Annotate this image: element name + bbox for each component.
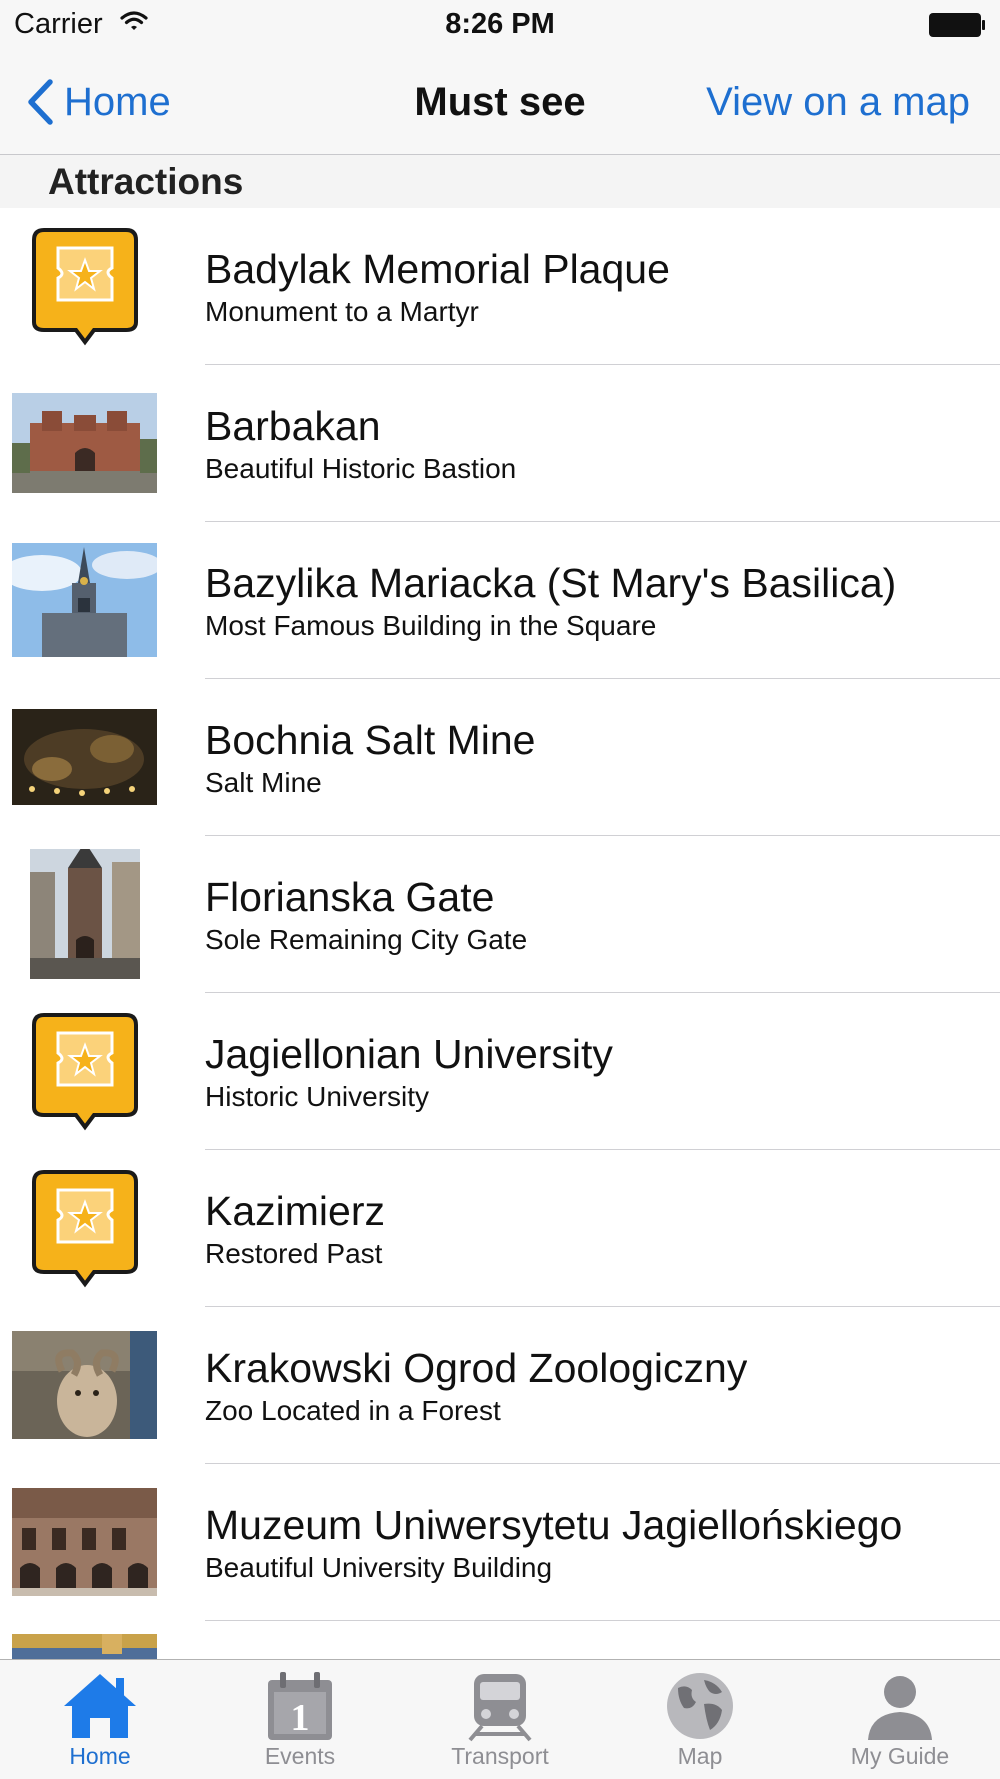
tab-label: Home: [69, 1743, 131, 1769]
item-title: Florianska Gate: [205, 874, 495, 920]
list-item[interactable]: Barbakan Beautiful Historic Bastion: [0, 365, 1000, 522]
item-title: Muzeum Uniwersytetu Jagiellońskiego: [205, 1502, 903, 1548]
back-button[interactable]: Home: [26, 72, 171, 132]
tab-label: Map: [677, 1743, 723, 1769]
battery-icon: [929, 13, 985, 37]
item-subtitle: Beautiful Historic Bastion: [205, 453, 517, 484]
svg-text:1: 1: [291, 1697, 310, 1739]
tab-bar: Home 1 Events Transport Map My Guide: [0, 1659, 1000, 1779]
list-item[interactable]: Krakowski Ogrod Zoologiczny Zoo Located …: [0, 1307, 1000, 1464]
item-title: Barbakan: [205, 403, 381, 449]
item-title: Jagiellonian University: [205, 1031, 613, 1077]
tab-label: Transport: [451, 1743, 549, 1769]
calendar-icon: 1: [268, 1672, 332, 1740]
back-button-label: Home: [64, 79, 171, 124]
list-item[interactable]: Muzeum Uniwersytetu Jagiellońskiego Beau…: [0, 1464, 1000, 1621]
chevron-left-icon: [28, 79, 53, 125]
list-item[interactable]: Bazylika Mariacka (St Mary's Basilica) M…: [0, 522, 1000, 679]
section-header: Attractions: [0, 155, 1000, 208]
zoo-photo: [12, 1320, 157, 1450]
item-subtitle: Salt Mine: [205, 767, 322, 798]
tab-events[interactable]: 1 Events: [200, 1660, 400, 1779]
navigation-bar: Home Must see View on a map: [0, 52, 1000, 155]
list-item[interactable]: Florianska Gate Sole Remaining City Gate: [0, 836, 1000, 993]
tab-label: Events: [264, 1743, 336, 1769]
status-bar: Carrier 8:26 PM: [0, 0, 1000, 52]
item-title: Bazylika Mariacka (St Mary's Basilica): [205, 560, 897, 606]
person-icon: [868, 1676, 932, 1740]
train-icon: [468, 1674, 532, 1742]
item-subtitle: Monument to a Martyr: [205, 296, 479, 327]
item-subtitle: Restored Past: [205, 1238, 383, 1269]
museum-photo: [12, 1477, 157, 1607]
florianska-gate-photo: [12, 849, 157, 979]
tab-label: My Guide: [850, 1743, 950, 1769]
list-item[interactable]: Jagiellonian University Historic Univers…: [0, 993, 1000, 1150]
salt-mine-photo: [12, 692, 157, 822]
item-subtitle: Most Famous Building in the Square: [205, 610, 657, 641]
barbakan-photo: [12, 378, 157, 508]
ticket-pin-icon: [12, 221, 157, 351]
status-time: 8:26 PM: [445, 8, 555, 40]
tab-home[interactable]: Home: [0, 1660, 200, 1779]
tab-my-guide[interactable]: My Guide: [800, 1660, 1000, 1779]
item-subtitle: Zoo Located in a Forest: [205, 1395, 501, 1426]
item-title: Kazimierz: [205, 1188, 385, 1234]
tab-map[interactable]: Map: [600, 1660, 800, 1779]
view-on-map-button[interactable]: View on a map: [706, 80, 970, 125]
item-subtitle: Historic University: [205, 1081, 430, 1112]
ticket-pin-icon: [12, 1006, 157, 1136]
item-title: Bochnia Salt Mine: [205, 717, 536, 763]
partial-photo: [12, 1634, 157, 1659]
list-item[interactable]: Badylak Memorial Plaque Monument to a Ma…: [0, 208, 1000, 365]
tab-transport[interactable]: Transport: [400, 1660, 600, 1779]
list-item[interactable]: Kazimierz Restored Past: [0, 1150, 1000, 1307]
ticket-pin-icon: [12, 1163, 157, 1293]
home-icon: [64, 1674, 136, 1738]
list-item[interactable]: [0, 1621, 1000, 1659]
basilica-photo: [12, 535, 157, 665]
attractions-list[interactable]: Badylak Memorial Plaque Monument to a Ma…: [0, 208, 1000, 1659]
item-title: Krakowski Ogrod Zoologiczny: [205, 1345, 748, 1391]
list-item[interactable]: Bochnia Salt Mine Salt Mine: [0, 679, 1000, 836]
item-title: Badylak Memorial Plaque: [205, 246, 670, 292]
item-subtitle: Sole Remaining City Gate: [205, 924, 528, 955]
section-title: Attractions: [48, 161, 244, 202]
item-subtitle: Beautiful University Building: [205, 1552, 553, 1583]
globe-icon: [667, 1673, 733, 1739]
